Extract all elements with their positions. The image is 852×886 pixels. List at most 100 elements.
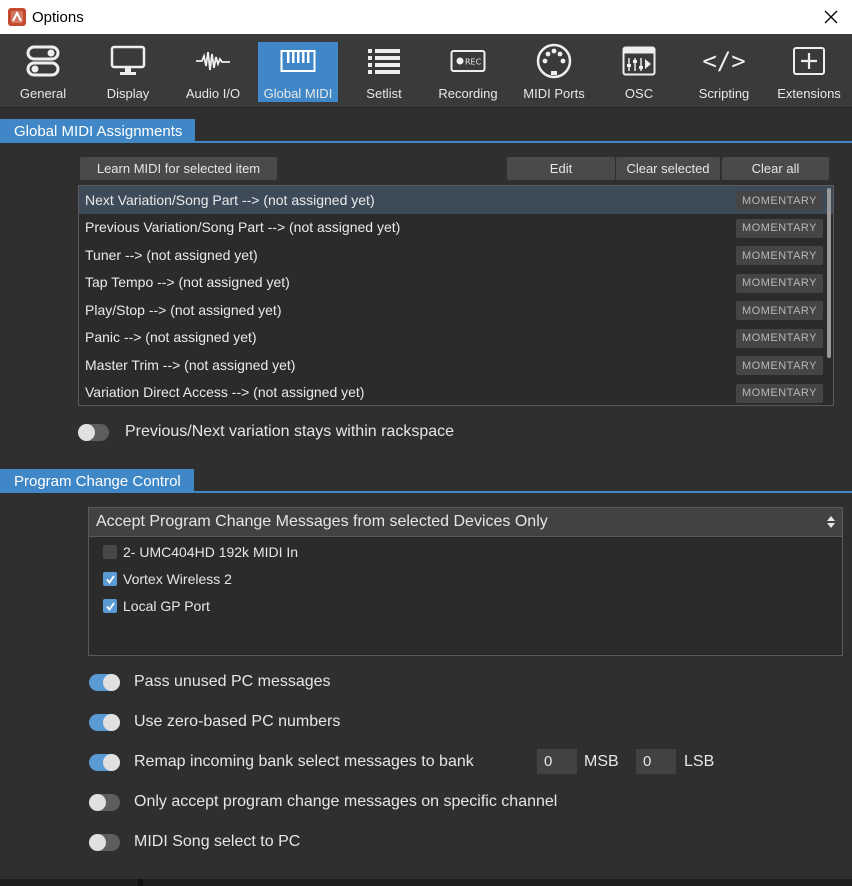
msb-label: MSB	[584, 753, 619, 770]
assignment-label: Play/Stop --> (not assigned yet)	[85, 301, 282, 318]
assignment-label: Master Trim --> (not assigned yet)	[85, 356, 296, 373]
tab-audio-io[interactable]: Audio I/O	[176, 42, 250, 102]
remap-bank-select-toggle[interactable]	[89, 753, 120, 771]
program-change-section-header: Program Change Control	[0, 469, 852, 493]
pass-unused-pc-option[interactable]: Pass unused PC messages	[89, 673, 331, 691]
assignment-row[interactable]: Variation Direct Access --> (not assigne…	[79, 379, 833, 406]
assignment-row[interactable]: Play/Stop --> (not assigned yet) MOMENTA…	[79, 296, 833, 324]
audio-waveform-icon	[195, 42, 231, 80]
assignment-label: Tuner --> (not assigned yet)	[85, 246, 258, 263]
device-item[interactable]: 2- UMC404HD 192k MIDI In	[103, 544, 298, 560]
assignment-row[interactable]: Tuner --> (not assigned yet) MOMENTARY	[79, 241, 833, 269]
tab-audio-io-label: Audio I/O	[185, 86, 241, 101]
momentary-button[interactable]: MOMENTARY	[736, 273, 823, 293]
device-checkbox[interactable]	[103, 545, 117, 559]
edit-button[interactable]: Edit	[507, 157, 615, 180]
remap-bank-select-label: Remap incoming bank select messages to b…	[134, 753, 474, 770]
assignment-row[interactable]: Previous Variation/Song Part --> (not as…	[79, 214, 833, 242]
title-bar: Options	[0, 0, 852, 34]
program-change-section-title: Program Change Control	[0, 469, 194, 493]
checkmark-icon	[105, 574, 115, 584]
assignment-row[interactable]: Master Trim --> (not assigned yet) MOMEN…	[79, 351, 833, 379]
list-icon	[367, 42, 401, 80]
momentary-button[interactable]: MOMENTARY	[736, 328, 823, 348]
global-midi-section-title: Global MIDI Assignments	[0, 119, 196, 143]
zero-based-pc-option[interactable]: Use zero-based PC numbers	[89, 713, 340, 731]
assignment-label: Tap Tempo --> (not assigned yet)	[85, 274, 290, 291]
specific-channel-option[interactable]: Only accept program change messages on s…	[89, 793, 557, 811]
device-item[interactable]: Vortex Wireless 2	[103, 571, 232, 587]
app-icon	[8, 8, 26, 26]
device-checkbox[interactable]	[103, 599, 117, 613]
momentary-button[interactable]: MOMENTARY	[736, 356, 823, 375]
midi-assignment-list: Next Variation/Song Part --> (not assign…	[78, 185, 834, 406]
tab-extensions-label: Extensions	[777, 86, 841, 101]
rec-icon: REC	[450, 42, 486, 80]
zero-based-pc-toggle[interactable]	[89, 713, 120, 731]
tab-setlist[interactable]: Setlist	[346, 42, 422, 102]
momentary-button[interactable]: MOMENTARY	[736, 218, 823, 238]
checkmark-icon	[105, 601, 115, 611]
tab-scripting-label: Scripting	[698, 86, 750, 101]
lsb-input[interactable]: 0	[636, 749, 676, 774]
tab-global-midi[interactable]: Global MIDI	[258, 42, 338, 102]
bottom-strip	[0, 879, 852, 886]
assignment-label: Variation Direct Access --> (not assigne…	[85, 384, 365, 401]
pc-device-list: 2- UMC404HD 192k MIDI In Vortex Wireless…	[88, 537, 843, 656]
display-icon	[110, 42, 146, 80]
options-toolbar: General Display Audio I/O Global MIDI Se…	[0, 34, 852, 108]
device-item[interactable]: Local GP Port	[103, 598, 210, 614]
osc-icon	[622, 42, 656, 80]
tab-display-label: Display	[106, 86, 150, 101]
assignment-label: Panic --> (not assigned yet)	[85, 329, 257, 346]
pc-mode-value: Accept Program Change Messages from sele…	[96, 513, 548, 530]
tab-midi-ports-label: MIDI Ports	[523, 86, 585, 101]
tab-general[interactable]: General	[4, 42, 82, 102]
specific-channel-label: Only accept program change messages on s…	[134, 793, 558, 810]
stays-within-rackspace-option[interactable]: Previous/Next variation stays within rac…	[78, 423, 454, 441]
tab-scripting[interactable]: </> Scripting	[688, 42, 760, 102]
stays-within-rackspace-toggle[interactable]	[78, 423, 109, 441]
pc-mode-select[interactable]: Accept Program Change Messages from sele…	[88, 507, 843, 537]
assignment-row[interactable]: Panic --> (not assigned yet) MOMENTARY	[79, 324, 833, 352]
pass-unused-pc-toggle[interactable]	[89, 673, 120, 691]
updown-arrows-icon	[827, 516, 835, 528]
clear-selected-button[interactable]: Clear selected	[616, 157, 720, 180]
code-icon: </>	[702, 47, 746, 75]
assignment-label: Previous Variation/Song Part --> (not as…	[85, 219, 401, 236]
song-select-to-pc-option[interactable]: MIDI Song select to PC	[89, 833, 300, 851]
zero-based-pc-label: Use zero-based PC numbers	[134, 713, 341, 730]
window-title: Options	[32, 8, 84, 26]
stays-within-rackspace-label: Previous/Next variation stays within rac…	[125, 423, 455, 440]
tab-osc-label: OSC	[624, 86, 654, 101]
momentary-button[interactable]: MOMENTARY	[736, 191, 823, 210]
device-checkbox[interactable]	[103, 572, 117, 586]
midi-port-icon	[536, 42, 572, 80]
tab-recording-label: Recording	[438, 86, 498, 101]
remap-bank-select-option[interactable]: Remap incoming bank select messages to b…	[89, 753, 474, 771]
assignment-row[interactable]: Tap Tempo --> (not assigned yet) MOMENTA…	[79, 269, 833, 297]
msb-input[interactable]: 0	[537, 749, 577, 774]
momentary-button[interactable]: MOMENTARY	[736, 383, 823, 403]
device-label: Local GP Port	[123, 598, 210, 614]
midi-keyboard-icon	[280, 42, 316, 80]
specific-channel-toggle[interactable]	[89, 793, 120, 811]
momentary-button[interactable]: MOMENTARY	[736, 246, 823, 265]
pass-unused-pc-label: Pass unused PC messages	[134, 673, 331, 690]
song-select-to-pc-toggle[interactable]	[89, 833, 120, 851]
tab-display[interactable]: Display	[88, 42, 168, 102]
global-midi-section-header: Global MIDI Assignments	[0, 119, 852, 143]
close-button[interactable]	[818, 5, 844, 29]
tab-recording[interactable]: REC Recording	[430, 42, 506, 102]
tab-osc[interactable]: OSC	[604, 42, 674, 102]
device-label: Vortex Wireless 2	[123, 571, 232, 587]
clear-all-button[interactable]: Clear all	[722, 157, 829, 180]
assignment-row[interactable]: Next Variation/Song Part --> (not assign…	[79, 186, 833, 214]
tab-extensions[interactable]: Extensions	[770, 42, 848, 102]
list-scrollbar[interactable]	[827, 188, 831, 358]
momentary-button[interactable]: MOMENTARY	[736, 301, 823, 320]
learn-midi-button[interactable]: Learn MIDI for selected item	[80, 157, 277, 180]
close-icon	[824, 10, 838, 24]
tab-midi-ports[interactable]: MIDI Ports	[514, 42, 594, 102]
lsb-label: LSB	[684, 753, 715, 770]
